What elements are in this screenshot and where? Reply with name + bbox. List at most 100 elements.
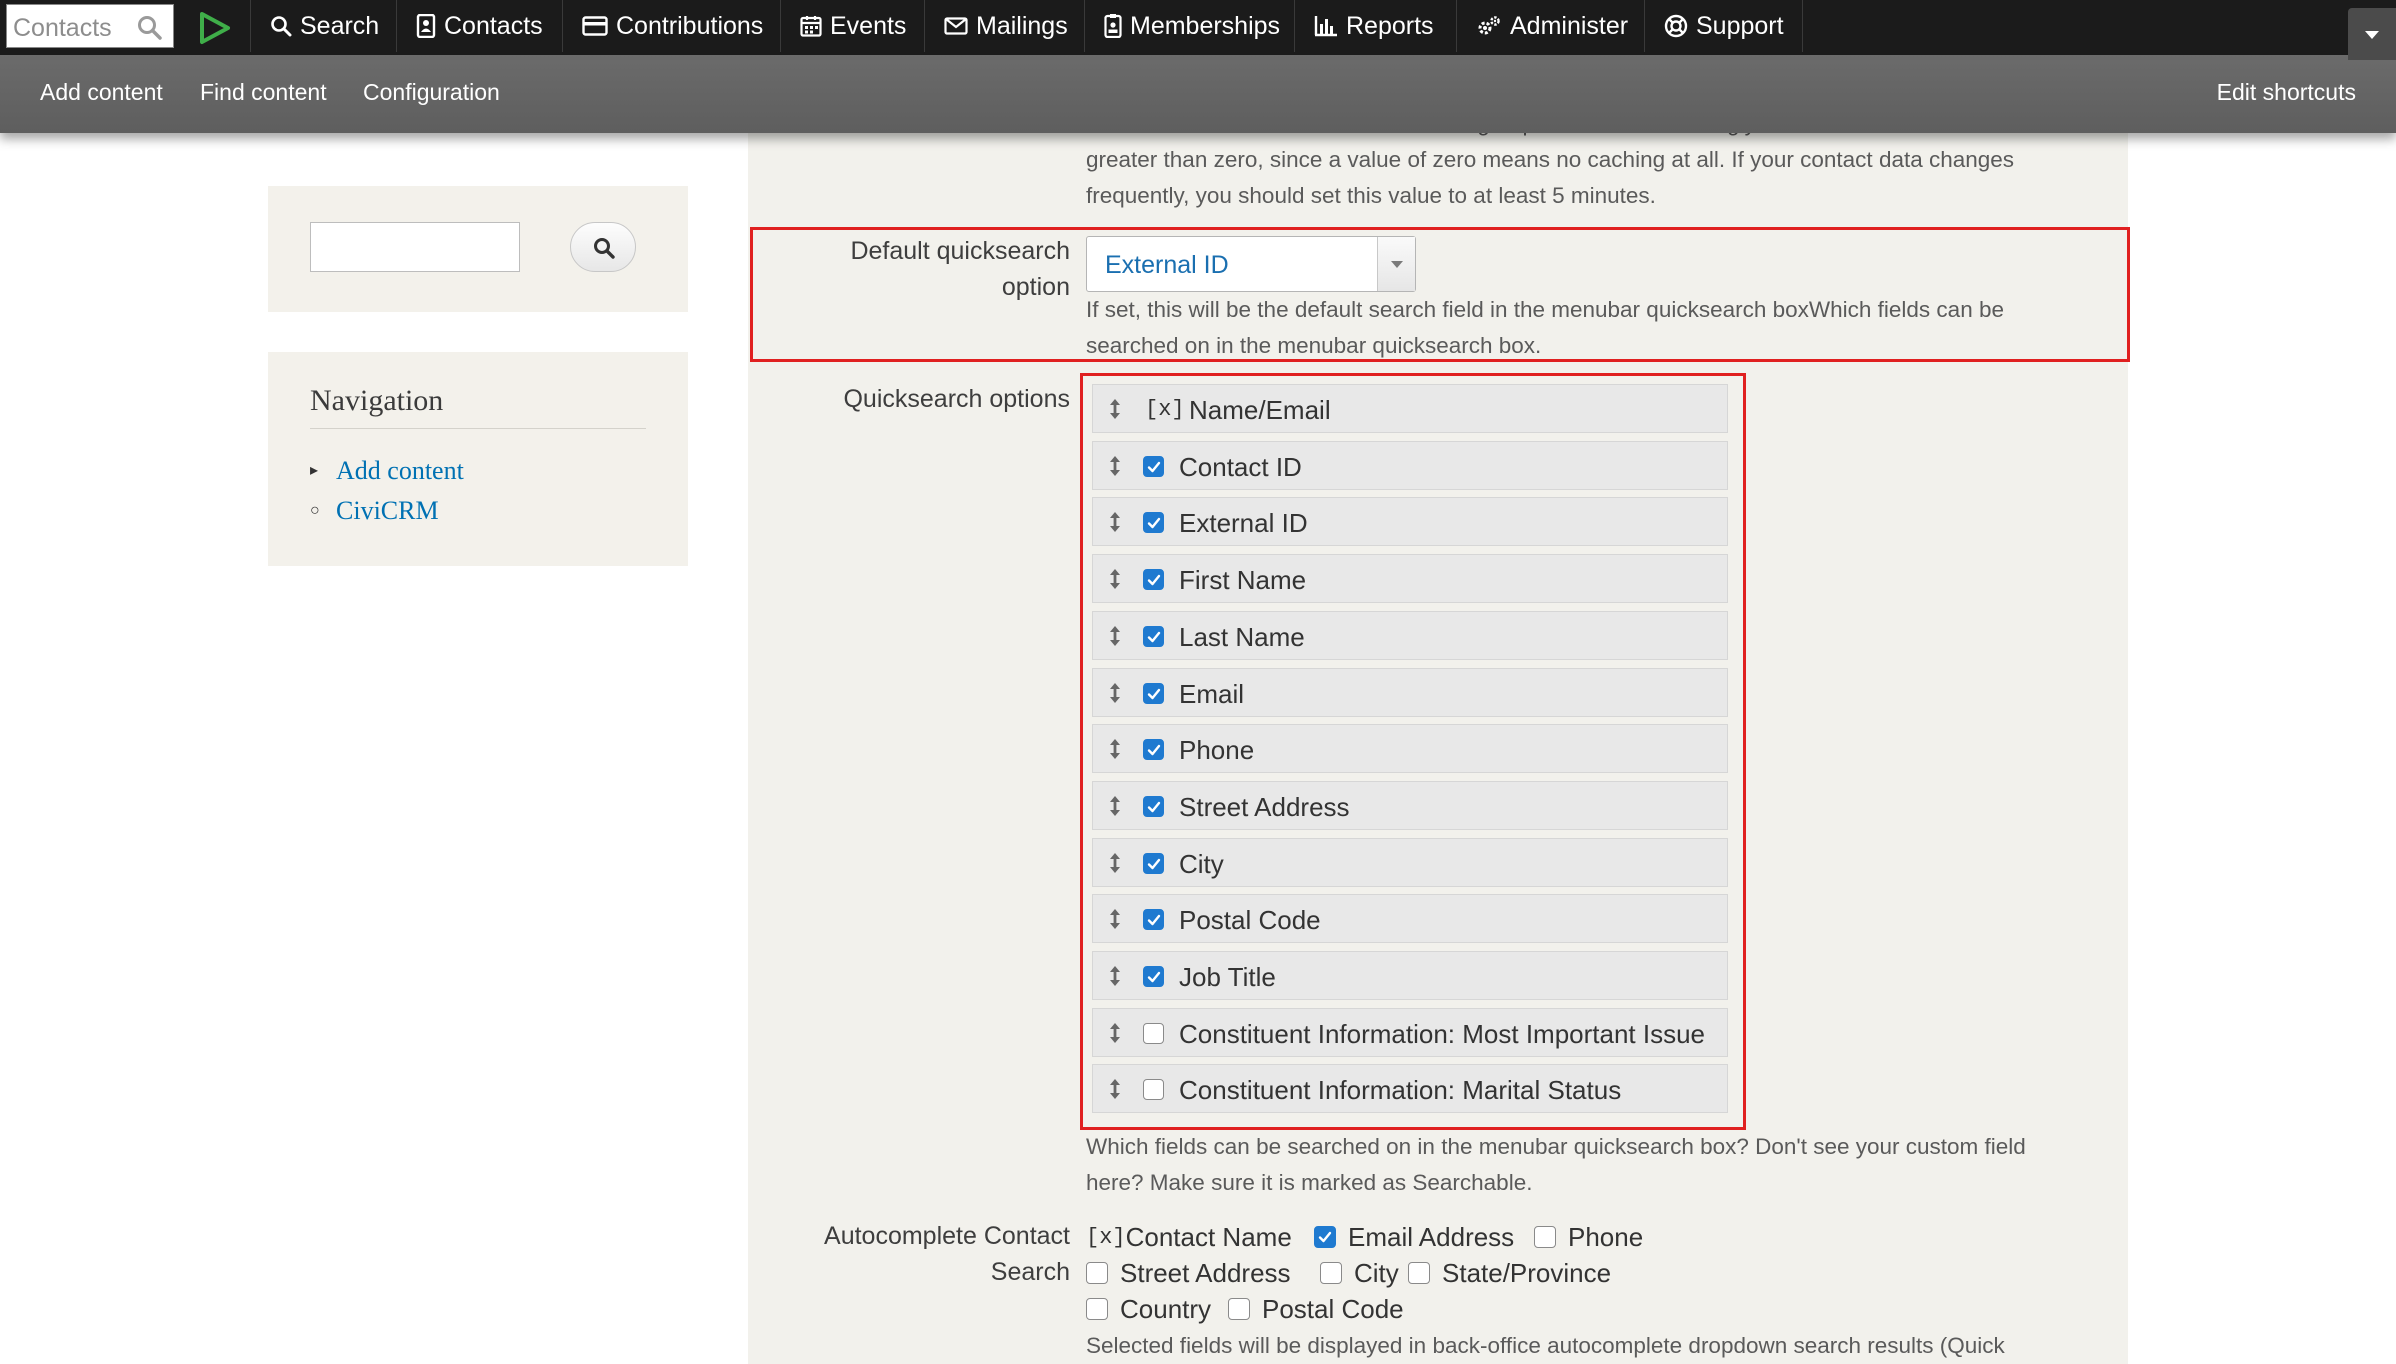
quicksearch-option-checkbox[interactable]	[1143, 569, 1164, 590]
autocomplete-option-checkbox[interactable]	[1320, 1262, 1342, 1284]
quicksearch-option-checkbox[interactable]	[1143, 626, 1164, 647]
autocomplete-option[interactable]: Country	[1086, 1294, 1211, 1324]
drag-handle[interactable]	[1109, 511, 1121, 538]
drag-handle-icon[interactable]	[1109, 908, 1121, 930]
menu-contributions-label: Contributions	[616, 11, 764, 40]
drag-handle-icon[interactable]	[1109, 1022, 1121, 1044]
drag-handle[interactable]	[1109, 1022, 1121, 1049]
drag-handle[interactable]	[1109, 568, 1121, 595]
drag-handle-icon[interactable]	[1109, 795, 1121, 817]
drag-handle-icon[interactable]	[1109, 625, 1121, 647]
quicksearch-option-row[interactable]: Phone	[1092, 724, 1728, 773]
menu-events[interactable]: Events	[800, 0, 906, 52]
quicksearch-option-checkbox[interactable]	[1143, 796, 1164, 817]
quicksearch-option-row[interactable]: Constituent Information: Most Important …	[1092, 1008, 1728, 1057]
autocomplete-option-checkbox[interactable]	[1408, 1262, 1430, 1284]
drag-handle-icon[interactable]	[1109, 738, 1121, 760]
quicksearch-option-checkbox[interactable]	[1143, 966, 1164, 987]
menu-mailings[interactable]: Mailings	[944, 0, 1068, 52]
nav-link-add-content[interactable]: ▸ Add content	[310, 456, 464, 486]
default-quicksearch-select[interactable]: External ID	[1086, 236, 1416, 292]
autocomplete-option-checkbox[interactable]	[1086, 1262, 1108, 1284]
autocomplete-option-label: Phone	[1568, 1221, 1644, 1252]
checkmark-icon	[1147, 574, 1161, 586]
quicksearch-option-row[interactable]: Postal Code	[1092, 894, 1728, 943]
sidebar-search-button[interactable]	[570, 222, 636, 272]
quicksearch-option-checkbox[interactable]	[1143, 1079, 1164, 1100]
drag-handle-icon[interactable]	[1109, 511, 1121, 533]
menubar-toggle-button[interactable]	[2348, 8, 2396, 60]
menu-reports[interactable]: Reports	[1314, 0, 1434, 52]
quicksearch-option-row[interactable]: Email	[1092, 668, 1728, 717]
default-quicksearch-label: Default quicksearch option	[780, 233, 1070, 305]
select-arrow[interactable]	[1377, 237, 1415, 291]
drag-handle-icon[interactable]	[1109, 852, 1121, 874]
drag-handle[interactable]	[1109, 795, 1121, 822]
cogs-icon	[1478, 16, 1500, 35]
quicksearch-option-checkbox[interactable]	[1143, 512, 1164, 533]
quicksearch-options-label: Quicksearch options	[843, 385, 1070, 413]
nav-link-civicrm[interactable]: ○ CiviCRM	[310, 496, 439, 526]
drag-handle-icon[interactable]	[1109, 568, 1121, 590]
autocomplete-option[interactable]: [x] Contact Name	[1086, 1222, 1292, 1252]
quicksearch-option-row[interactable]: External ID	[1092, 497, 1728, 546]
drag-handle-icon[interactable]	[1109, 455, 1121, 477]
autocomplete-option-checkbox[interactable]	[1314, 1226, 1336, 1248]
menu-support[interactable]: Support	[1664, 0, 1784, 52]
checkmark-icon	[1147, 801, 1161, 813]
drag-handle[interactable]	[1109, 682, 1121, 709]
shortcut-add-content[interactable]: Add content	[40, 79, 163, 106]
quicksearch-option-checkbox[interactable]	[1143, 683, 1164, 704]
menu-contributions[interactable]: Contributions	[582, 0, 763, 52]
sidebar-search-input[interactable]	[310, 222, 520, 272]
menu-administer[interactable]: Administer	[1476, 0, 1628, 52]
quicksearch-option-checkbox[interactable]	[1143, 909, 1164, 930]
quicksearch-option-row[interactable]: Street Address	[1092, 781, 1728, 830]
drag-handle[interactable]	[1109, 738, 1121, 765]
quicksearch-option-checkbox[interactable]	[1143, 456, 1164, 477]
autocomplete-option[interactable]: Email Address	[1314, 1222, 1514, 1252]
drag-handle-icon[interactable]	[1109, 1078, 1121, 1100]
drag-handle-icon[interactable]	[1109, 398, 1121, 420]
drag-handle-icon[interactable]	[1109, 682, 1121, 704]
menu-memberships[interactable]: Memberships	[1104, 0, 1280, 52]
autocomplete-option[interactable]: City	[1320, 1258, 1399, 1288]
drag-handle[interactable]	[1109, 852, 1121, 879]
quicksearch-input[interactable]: Contacts	[6, 4, 174, 48]
civicrm-logo-icon[interactable]	[196, 10, 232, 46]
drag-handle[interactable]	[1109, 398, 1121, 425]
nav-link-label: Add content	[336, 456, 464, 485]
drag-handle-icon[interactable]	[1109, 965, 1121, 987]
drag-handle[interactable]	[1109, 1078, 1121, 1105]
autocomplete-label: Autocomplete Contact Search	[780, 1218, 1070, 1290]
autocomplete-option-checkbox[interactable]	[1228, 1298, 1250, 1320]
menu-contacts[interactable]: Contacts	[416, 0, 543, 52]
shortcut-configuration[interactable]: Configuration	[363, 79, 500, 106]
quicksearch-option-row[interactable]: Job Title	[1092, 951, 1728, 1000]
quicksearch-option-row[interactable]: City	[1092, 838, 1728, 887]
quicksearch-option-row[interactable]: Constituent Information: Marital Status	[1092, 1064, 1728, 1113]
autocomplete-option[interactable]: Phone	[1534, 1222, 1643, 1252]
quicksearch-option-label: Email	[1179, 679, 1245, 709]
autocomplete-option[interactable]: Street Address	[1086, 1258, 1291, 1288]
checkmark-icon	[1147, 461, 1161, 473]
autocomplete-option-checkbox[interactable]	[1534, 1226, 1556, 1248]
edit-shortcuts-link[interactable]: Edit shortcuts	[2217, 79, 2356, 106]
drag-handle[interactable]	[1109, 625, 1121, 652]
drag-handle[interactable]	[1109, 908, 1121, 935]
shortcut-find-content[interactable]: Find content	[200, 79, 327, 106]
quicksearch-option-label: Job Title	[1179, 962, 1276, 992]
quicksearch-option-checkbox[interactable]	[1143, 739, 1164, 760]
drag-handle[interactable]	[1109, 455, 1121, 482]
autocomplete-option[interactable]: Postal Code	[1228, 1294, 1404, 1324]
drag-handle[interactable]	[1109, 965, 1121, 992]
quicksearch-option-row[interactable]: First Name	[1092, 554, 1728, 603]
quicksearch-option-row[interactable]: Last Name	[1092, 611, 1728, 660]
autocomplete-option-checkbox[interactable]	[1086, 1298, 1108, 1320]
quicksearch-option-checkbox[interactable]	[1143, 1023, 1164, 1044]
menu-search[interactable]: Search	[270, 0, 379, 52]
quicksearch-option-row[interactable]: [x] Name/Email	[1092, 384, 1728, 433]
autocomplete-option[interactable]: State/Province	[1408, 1258, 1611, 1288]
quicksearch-option-checkbox[interactable]	[1143, 853, 1164, 874]
quicksearch-option-row[interactable]: Contact ID	[1092, 441, 1728, 490]
